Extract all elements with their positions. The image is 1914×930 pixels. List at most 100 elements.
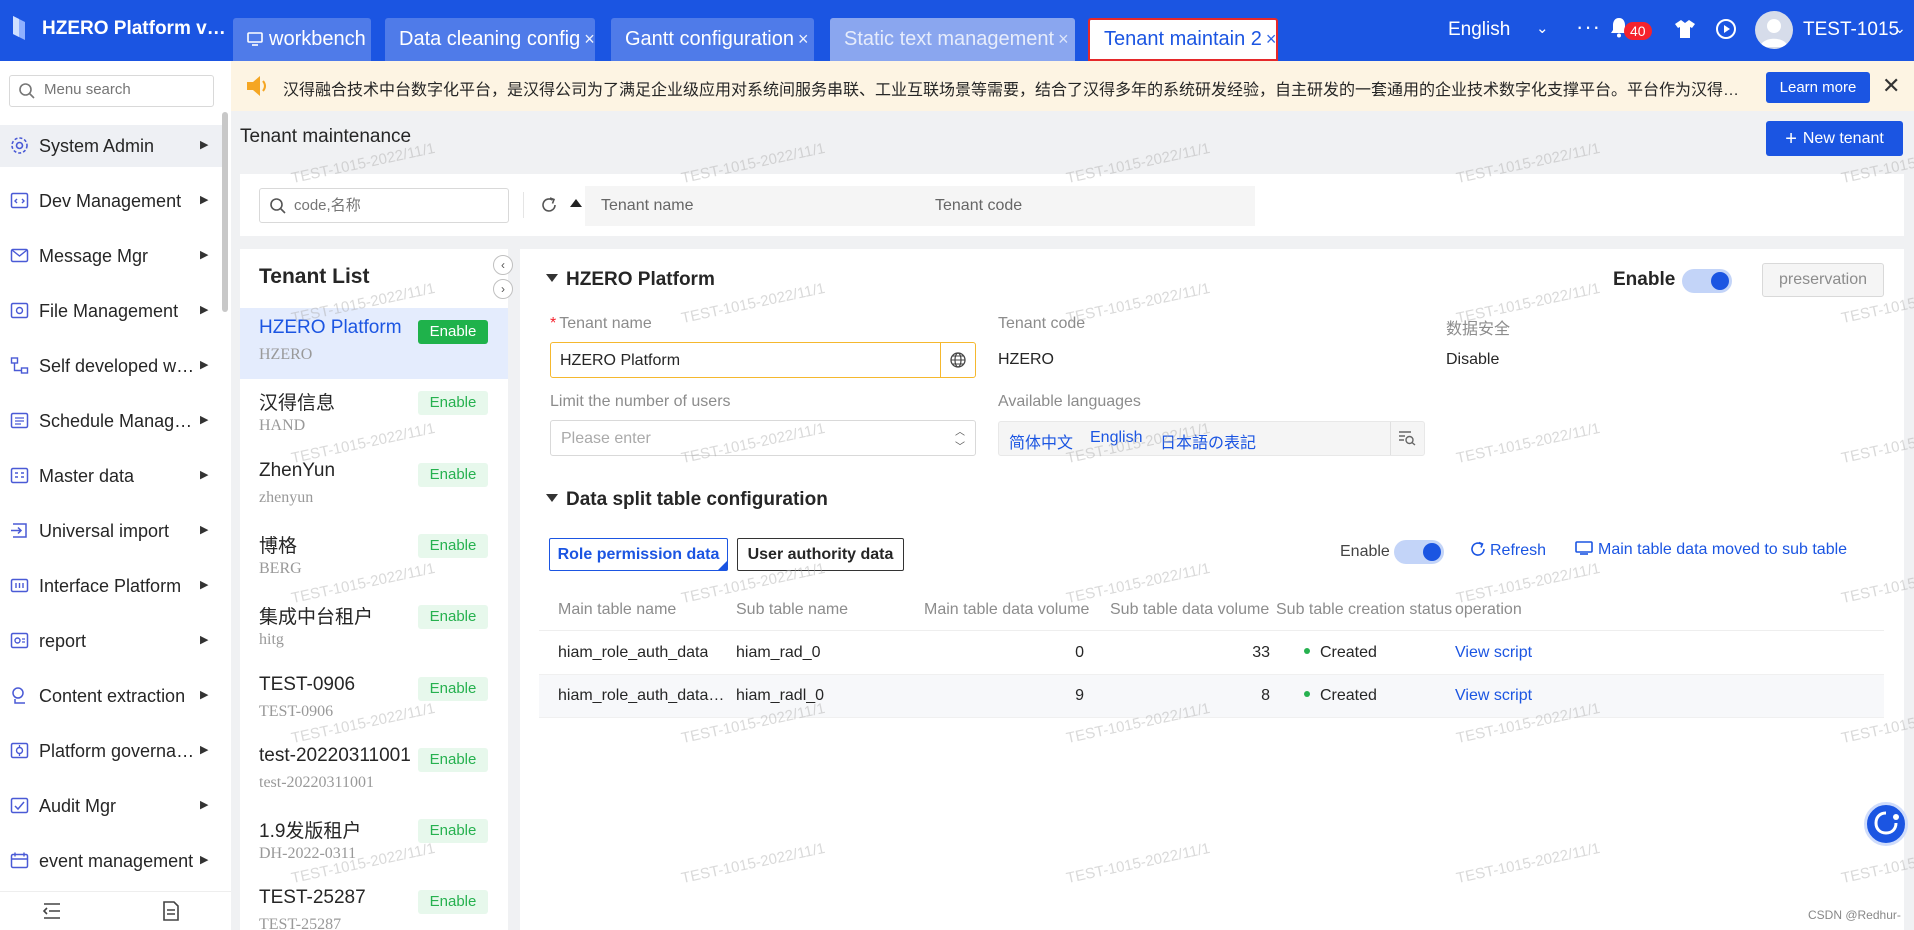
tenant-list-item[interactable]: TEST-25287 TEST-25287 Enable	[240, 878, 508, 930]
menu-search-input[interactable]	[44, 81, 204, 98]
status-badge: Enable	[418, 890, 488, 915]
refresh-link[interactable]: Refresh	[1470, 541, 1546, 560]
view-script-link[interactable]: View script	[1455, 644, 1532, 662]
code-icon	[10, 192, 29, 209]
sidebar-item-system-admin[interactable]: System Admin ▶	[0, 125, 222, 167]
limit-users-input[interactable]: Please enter ︿ ﹀	[550, 420, 976, 456]
stepper-up-icon[interactable]: ︿	[955, 423, 965, 438]
tenant-code: TEST-0906	[259, 702, 334, 720]
tenant-list-item[interactable]: 1.9发版租户 DH-2022-0311 Enable	[240, 807, 508, 878]
col-tenant-code[interactable]: Tenant code	[935, 197, 1022, 215]
new-tenant-button[interactable]: + New tenant	[1766, 121, 1903, 156]
sidebar-item-universal-import[interactable]: Universal import ▶	[0, 510, 222, 552]
sidebar-item-schedule-manage[interactable]: Schedule Manage... ▶	[0, 400, 222, 442]
detail-title[interactable]: HZERO Platform	[546, 269, 715, 291]
tenant-list-item[interactable]: test-20220311001 test-20220311001 Enable	[240, 736, 508, 807]
move-to-sub-table-link[interactable]: Main table data moved to sub table	[1575, 541, 1847, 559]
code-search-input[interactable]	[294, 197, 494, 214]
new-tenant-label: New tenant	[1802, 130, 1884, 147]
split-config-title[interactable]: Data split table configuration	[546, 489, 828, 511]
tab-workbench[interactable]: workbench	[233, 18, 371, 61]
sidebar-item-dev-management[interactable]: Dev Management ▶	[0, 180, 222, 222]
tenant-name-input[interactable]: HZERO Platform	[550, 342, 976, 378]
sidebar-item-label: Universal import	[39, 521, 170, 541]
sidebar-item-label: event management	[39, 851, 194, 871]
sidebar-item-event-management[interactable]: event management ▶	[0, 840, 222, 882]
detail-title-text: HZERO Platform	[566, 269, 715, 290]
globe-icon[interactable]	[949, 351, 967, 369]
search-icon	[19, 83, 35, 99]
play-icon[interactable]	[1715, 18, 1737, 40]
top-bar: HZERO Platform verif... workbench Data c…	[0, 0, 1914, 61]
sidebar-scrollbar[interactable]	[222, 112, 228, 312]
sidebar-item-interface-platform[interactable]: Interface Platform ▶	[0, 565, 222, 607]
caret-right-icon: ▶	[200, 194, 209, 206]
sidebar-item-platform-governance[interactable]: Platform governance ▶	[0, 730, 222, 772]
sidebar-item-message-mgr[interactable]: Message Mgr ▶	[0, 235, 222, 277]
close-icon[interactable]: ×	[584, 29, 595, 49]
speaker-icon	[247, 76, 266, 96]
sidebar-item-audit-mgr[interactable]: Audit Mgr ▶	[0, 785, 222, 827]
close-icon[interactable]: ×	[1058, 29, 1069, 49]
sidebar-item-file-management[interactable]: File Management ▶	[0, 290, 222, 332]
avatar[interactable]	[1755, 11, 1793, 49]
split-enable-switch[interactable]	[1394, 540, 1444, 564]
close-icon[interactable]: ×	[1266, 29, 1277, 49]
tenant-name: 1.9发版租户	[259, 821, 362, 843]
database-icon	[10, 467, 29, 484]
sidebar-item-label: Platform governance	[39, 741, 199, 761]
status-badge: Enable	[418, 462, 488, 487]
monitor-icon	[1575, 541, 1593, 555]
tenant-list-item[interactable]: ZhenYun zhenyun Enable	[240, 451, 508, 522]
code-search[interactable]	[259, 188, 509, 223]
lookup-icon[interactable]	[1398, 430, 1416, 446]
learn-more-button[interactable]: Learn more	[1766, 72, 1870, 103]
col-tenant-name[interactable]: Tenant name	[601, 197, 694, 215]
tab-user-authority-data[interactable]: User authority data	[737, 538, 904, 571]
close-icon[interactable]: ×	[798, 29, 809, 49]
caret-right-icon: ▶	[200, 359, 209, 371]
tenant-name: HZERO Platform	[259, 317, 402, 338]
tenant-list-item[interactable]: 博格 BERG Enable	[240, 522, 508, 593]
view-script-link[interactable]: View script	[1455, 687, 1532, 705]
refresh-label: Refresh	[1490, 542, 1547, 559]
tenant-list-item[interactable]: TEST-0906 TEST-0906 Enable	[240, 665, 508, 736]
sidebar-item-report[interactable]: report ▶	[0, 620, 222, 662]
tenant-name: 博格	[259, 535, 298, 557]
menu-search[interactable]	[9, 75, 214, 107]
tab-gantt-configuration[interactable]: Gantt configuration ×	[611, 18, 814, 61]
table-header: Main table name Sub table name Main tabl…	[539, 589, 1884, 631]
language-tag: 日本語の表記	[1160, 435, 1257, 452]
languages-field[interactable]: 简体中文 English 日本語の表記	[998, 421, 1425, 456]
preservation-button[interactable]: preservation	[1762, 263, 1884, 297]
sidebar-item-self-developed-wor[interactable]: Self developed wor... ▶	[0, 345, 222, 387]
refresh-icon[interactable]	[540, 196, 558, 214]
close-icon[interactable]: ✕	[1882, 73, 1900, 99]
split-enable-label: Enable	[1340, 543, 1390, 560]
tenant-list-item[interactable]: 汉得信息 HAND Enable	[240, 379, 508, 450]
tenant-list-item[interactable]: HZERO Platform HZERO Enable	[240, 308, 508, 379]
sidebar-item-content-extraction[interactable]: Content extraction ▶	[0, 675, 222, 717]
tenant-list-item[interactable]: 集成中台租户 hitg Enable	[240, 593, 508, 664]
enable-switch[interactable]	[1682, 269, 1732, 293]
status-dot	[1304, 691, 1310, 697]
workflow-icon	[10, 357, 29, 374]
sort-up-icon[interactable]	[570, 199, 582, 207]
theme-icon[interactable]	[1674, 18, 1696, 40]
tab-role-permission-data[interactable]: Role permission data	[549, 538, 728, 571]
help-float-button[interactable]	[1864, 802, 1908, 846]
chevron-right-icon[interactable]: ›	[493, 279, 513, 299]
tab-static-text-management[interactable]: Static text management ×	[830, 18, 1075, 61]
tab-data-cleaning-config[interactable]: Data cleaning config ×	[385, 18, 595, 61]
sidebar-item-master-data[interactable]: Master data ▶	[0, 455, 222, 497]
tenant-name: TEST-25287	[259, 887, 366, 909]
filter-bar: Tenant name Tenant code	[240, 174, 1904, 236]
sidebar-item-label: Interface Platform	[39, 576, 182, 596]
document-icon[interactable]	[162, 901, 180, 921]
chevron-left-icon[interactable]: ‹	[493, 255, 513, 275]
stepper-down-icon[interactable]: ﹀	[955, 438, 965, 453]
tab-tenant-maintain[interactable]: Tenant maintain 2 ×	[1088, 18, 1278, 61]
tenant-name: test-20220311001	[259, 744, 411, 766]
collapse-menu-icon[interactable]	[42, 902, 62, 920]
caret-right-icon: ▶	[200, 524, 209, 536]
